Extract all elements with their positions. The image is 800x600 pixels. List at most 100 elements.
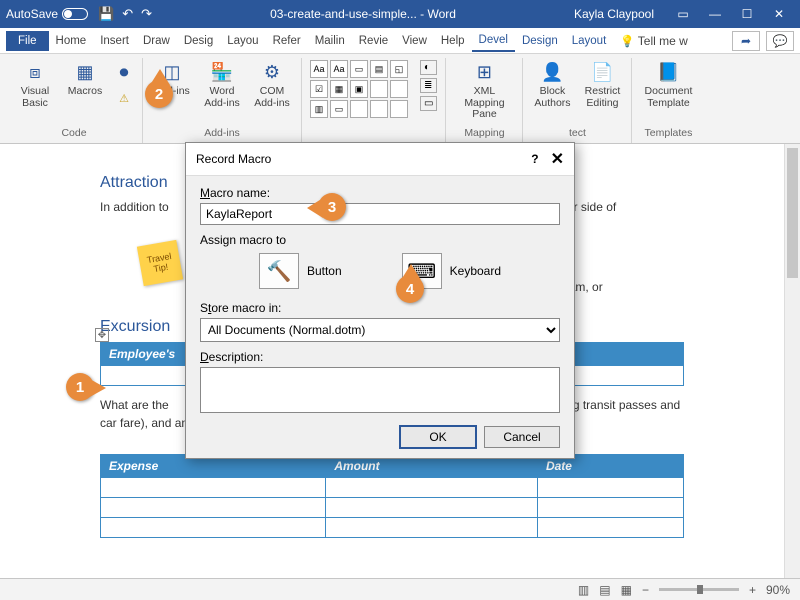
tab-review[interactable]: Revie: [352, 31, 395, 51]
tab-table-design[interactable]: Design: [515, 31, 565, 51]
doc-template-button[interactable]: 📘Document Template: [640, 60, 696, 109]
restrict-label: Restrict Editing: [581, 86, 623, 109]
button-label: Button: [307, 264, 342, 278]
zoom-out-icon[interactable]: −: [642, 583, 649, 597]
table-row[interactable]: [101, 478, 684, 498]
tab-file[interactable]: File: [6, 31, 49, 51]
help-icon[interactable]: ?: [531, 152, 538, 166]
warning-icon: ⚠: [112, 86, 136, 110]
zoom-in-icon[interactable]: +: [749, 583, 756, 597]
com-addins-label: COM Add-ins: [251, 86, 293, 109]
ribbon-options-icon[interactable]: ▭: [668, 3, 698, 25]
template-label: Document Template: [640, 86, 696, 109]
zoom-level[interactable]: 90%: [766, 583, 790, 597]
group-code-label: Code: [61, 125, 86, 141]
record-macro-dialog: Record Macro ? ✕ Macro name: Assign macr…: [185, 142, 575, 459]
group-button[interactable]: ▭: [420, 96, 437, 111]
xml-mapping-button[interactable]: ⊞XML Mapping Pane: [454, 60, 514, 121]
view-print-icon[interactable]: ▤: [599, 583, 610, 597]
tab-mailings[interactable]: Mailin: [308, 31, 352, 51]
assign-button-button[interactable]: 🔨 Button: [259, 253, 342, 289]
assign-label: Assign macro to: [200, 233, 560, 247]
description-input[interactable]: [200, 367, 560, 413]
titlebar: AutoSave 💾 ↶ ↷ 03-create-and-use-simple.…: [0, 0, 800, 28]
cancel-button[interactable]: Cancel: [484, 426, 560, 448]
tab-help[interactable]: Help: [434, 31, 472, 51]
store-label: Store macro in:: [200, 301, 560, 315]
design-mode-button[interactable]: ◐: [420, 60, 437, 75]
tab-layout[interactable]: Layou: [220, 31, 265, 51]
menubar: File Home Insert Draw Desig Layou Refer …: [0, 28, 800, 54]
hammer-icon: 🔨: [259, 253, 299, 289]
tell-me[interactable]: 💡 Tell me w: [613, 30, 695, 52]
xml-label: XML Mapping Pane: [454, 86, 514, 121]
undo-icon[interactable]: ↶: [122, 6, 133, 22]
com-addins-button[interactable]: ⚙COM Add-ins: [251, 60, 293, 109]
group-controls: AaAa▭▤◱ ☑▦▣ ▥▭ ◐ ≣ ▭: [302, 58, 446, 143]
restrict-editing-button[interactable]: 📄Restrict Editing: [581, 60, 623, 109]
tab-references[interactable]: Refer: [266, 31, 308, 51]
group-mapping-label: Mapping: [464, 125, 504, 141]
zoom-slider[interactable]: [659, 588, 739, 591]
table-anchor-icon[interactable]: ✥: [95, 328, 109, 342]
scroll-thumb[interactable]: [787, 148, 798, 278]
group-controls-label: [372, 125, 375, 141]
table-row[interactable]: [101, 518, 684, 538]
ok-button[interactable]: OK: [400, 426, 476, 448]
controls-grid[interactable]: AaAa▭▤◱ ☑▦▣ ▥▭: [310, 60, 408, 118]
block-authors-button[interactable]: 👤Block Authors: [531, 60, 573, 109]
tab-design[interactable]: Desig: [177, 31, 220, 51]
block-label: Block Authors: [531, 86, 573, 109]
save-icon[interactable]: 💾: [98, 6, 114, 22]
word-addins-button[interactable]: 🏪Word Add-ins: [201, 60, 243, 109]
macros-label: Macros: [68, 86, 102, 98]
visual-basic-button[interactable]: ⧈Visual Basic: [14, 60, 56, 109]
statusbar: ▥ ▤ ▦ − + 90%: [0, 578, 800, 600]
tab-view[interactable]: View: [395, 31, 434, 51]
callout-4: 4: [396, 275, 424, 303]
group-templates: 📘Document Template Templates: [632, 58, 704, 143]
tab-insert[interactable]: Insert: [93, 31, 136, 51]
table-row[interactable]: [101, 498, 684, 518]
tab-developer[interactable]: Devel: [472, 30, 515, 52]
macro-name-input[interactable]: [200, 203, 560, 225]
macro-name-label: Macro name:: [200, 186, 560, 200]
window-buttons: ▭ — ☐ ✕: [668, 3, 794, 25]
toggle-icon: [62, 8, 88, 20]
close-icon[interactable]: ✕: [551, 149, 564, 169]
record-icon: ⏺: [112, 60, 136, 84]
autosave-label: AutoSave: [6, 7, 58, 21]
callout-2: 2: [145, 80, 173, 108]
word-addins-icon: 🏪: [210, 60, 234, 84]
word-addins-label: Word Add-ins: [201, 86, 243, 109]
close-icon[interactable]: ✕: [764, 3, 794, 25]
ribbon: ⧈Visual Basic ▦Macros ⏺⚠ Code ◫Add-ins 🏪…: [0, 54, 800, 144]
maximize-icon[interactable]: ☐: [732, 3, 762, 25]
group-mapping: ⊞XML Mapping Pane Mapping: [446, 58, 523, 143]
redo-icon[interactable]: ↷: [141, 6, 152, 22]
view-web-icon[interactable]: ▦: [621, 583, 632, 597]
comments-button[interactable]: 💬: [766, 31, 794, 51]
dialog-titlebar[interactable]: Record Macro ? ✕: [186, 143, 574, 176]
user-name[interactable]: Kayla Claypool: [574, 7, 654, 21]
vb-icon: ⧈: [23, 60, 47, 84]
macros-button[interactable]: ▦Macros: [64, 60, 106, 98]
minimize-icon[interactable]: —: [700, 3, 730, 25]
view-read-icon[interactable]: ▥: [578, 583, 589, 597]
record-macro-button[interactable]: ⏺⚠: [114, 60, 134, 110]
tab-draw[interactable]: Draw: [136, 31, 177, 51]
tab-home[interactable]: Home: [49, 31, 94, 51]
scrollbar[interactable]: [784, 144, 800, 578]
store-macro-select[interactable]: All Documents (Normal.dotm): [200, 318, 560, 342]
share-button[interactable]: ➦: [732, 31, 760, 51]
expense-table[interactable]: ExpenseAmountDate: [100, 454, 684, 538]
callout-1: 1: [66, 373, 94, 401]
com-addins-icon: ⚙: [260, 60, 284, 84]
group-templates-label: Templates: [645, 125, 693, 141]
properties-button[interactable]: ≣: [420, 78, 437, 93]
autosave-toggle[interactable]: AutoSave: [6, 7, 88, 21]
group-code: ⧈Visual Basic ▦Macros ⏺⚠ Code: [6, 58, 143, 143]
group-protect-label: tect: [569, 125, 586, 141]
callout-3: 3: [318, 193, 346, 221]
tab-table-layout[interactable]: Layout: [565, 31, 614, 51]
